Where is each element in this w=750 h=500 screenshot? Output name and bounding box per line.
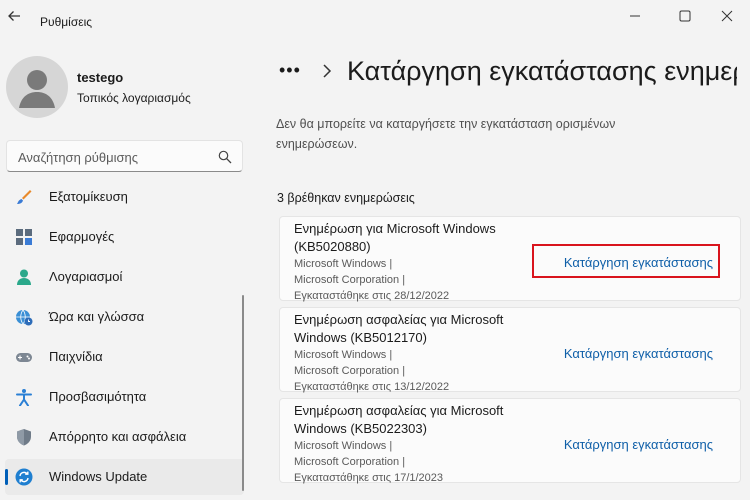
brush-icon (15, 188, 33, 206)
update-product: Microsoft Windows | (294, 258, 393, 270)
sidebar-scrollbar[interactable] (242, 295, 244, 491)
minimize-button[interactable] (612, 2, 658, 30)
user-profile[interactable]: testego Τοπικός λογαριασμός (0, 50, 260, 130)
back-arrow-icon[interactable] (6, 8, 22, 24)
update-product: Microsoft Windows | (294, 349, 393, 361)
breadcrumb-more-button[interactable]: ••• (279, 60, 301, 81)
update-publisher: Microsoft Corporation | (294, 365, 406, 377)
account-type: Τοπικός λογαριασμός (77, 91, 191, 105)
update-title: Ενημέρωση ασφαλείας για Microsoft Window… (294, 403, 504, 436)
sidebar-item-gaming[interactable]: Παιχνίδια (5, 339, 244, 375)
sidebar-item-personalization[interactable]: Εξατομίκευση (5, 179, 244, 215)
app-title: Ρυθμίσεις (40, 15, 93, 29)
sidebar-item-label: Παιχνίδια (49, 349, 103, 364)
search-input[interactable] (16, 147, 210, 167)
sidebar-item-accounts[interactable]: Λογαριασμοί (5, 259, 244, 295)
update-publisher: Microsoft Corporation | (294, 456, 406, 468)
sidebar-item-windows-update[interactable]: Windows Update (5, 459, 244, 495)
uninstall-link[interactable]: Κατάργηση εγκατάστασης (564, 346, 713, 361)
sidebar-item-privacy-security[interactable]: Απόρρητο και ασφάλεια (5, 419, 244, 455)
user-name: testego (77, 70, 124, 85)
sidebar-item-label: Εφαρμογές (49, 229, 115, 244)
avatar (6, 56, 68, 118)
chevron-right-icon (322, 64, 332, 78)
close-button[interactable] (704, 2, 750, 30)
update-card: Ενημέρωση ασφαλείας για Microsoft Window… (279, 307, 741, 393)
sidebar-item-label: Windows Update (49, 469, 148, 484)
update-product: Microsoft Windows | (294, 440, 393, 452)
user-avatar-icon (19, 70, 55, 108)
uninstall-link[interactable]: Κατάργηση εγκατάστασης (564, 437, 713, 452)
update-install-date: Εγκαταστάθηκε στις 17/1/2023 (294, 472, 444, 484)
update-install-date: Εγκαταστάθηκε στις 28/12/2022 (294, 290, 450, 302)
update-title: Ενημέρωση για Microsoft Windows (KB50208… (294, 221, 496, 254)
page-description: Δεν θα μπορείτε να καταργήσετε την εγκατ… (276, 117, 616, 151)
update-publisher: Microsoft Corporation | (294, 274, 406, 286)
updates-count: 3 βρέθηκαν ενημερώσεις (277, 191, 415, 205)
highlight-box (532, 244, 720, 278)
gamepad-icon (15, 348, 33, 366)
shield-icon (15, 428, 33, 446)
update-title: Ενημέρωση ασφαλείας για Microsoft Window… (294, 312, 504, 345)
maximize-button[interactable] (662, 2, 708, 30)
sidebar-item-label: Προσβασιμότητα (49, 389, 147, 404)
globe-clock-icon (15, 308, 33, 326)
title-bar: Ρυθμίσεις (0, 0, 750, 32)
accessibility-icon (15, 388, 33, 407)
apps-icon (15, 228, 33, 246)
sidebar-item-label: Ώρα και γλώσσα (49, 309, 145, 324)
sidebar-item-label: Λογαριασμοί (49, 269, 123, 284)
search-icon[interactable] (218, 150, 232, 164)
sync-icon (15, 468, 33, 486)
search-box[interactable] (6, 140, 243, 172)
update-install-date: Εγκαταστάθηκε στις 13/12/2022 (294, 381, 450, 393)
active-indicator (5, 469, 8, 485)
sidebar-item-accessibility[interactable]: Προσβασιμότητα (5, 379, 244, 415)
sidebar-item-apps[interactable]: Εφαρμογές (5, 219, 244, 255)
sidebar-item-label: Εξατομίκευση (49, 189, 128, 204)
sidebar-item-time-language[interactable]: Ώρα και γλώσσα (5, 299, 244, 335)
sidebar-item-label: Απόρρητο και ασφάλεια (49, 429, 187, 444)
update-card: Ενημέρωση ασφαλείας για Microsoft Window… (279, 398, 741, 484)
person-icon (15, 268, 33, 286)
page-title: Κατάργηση εγκατάστασης ενημερώσεων (347, 56, 737, 86)
